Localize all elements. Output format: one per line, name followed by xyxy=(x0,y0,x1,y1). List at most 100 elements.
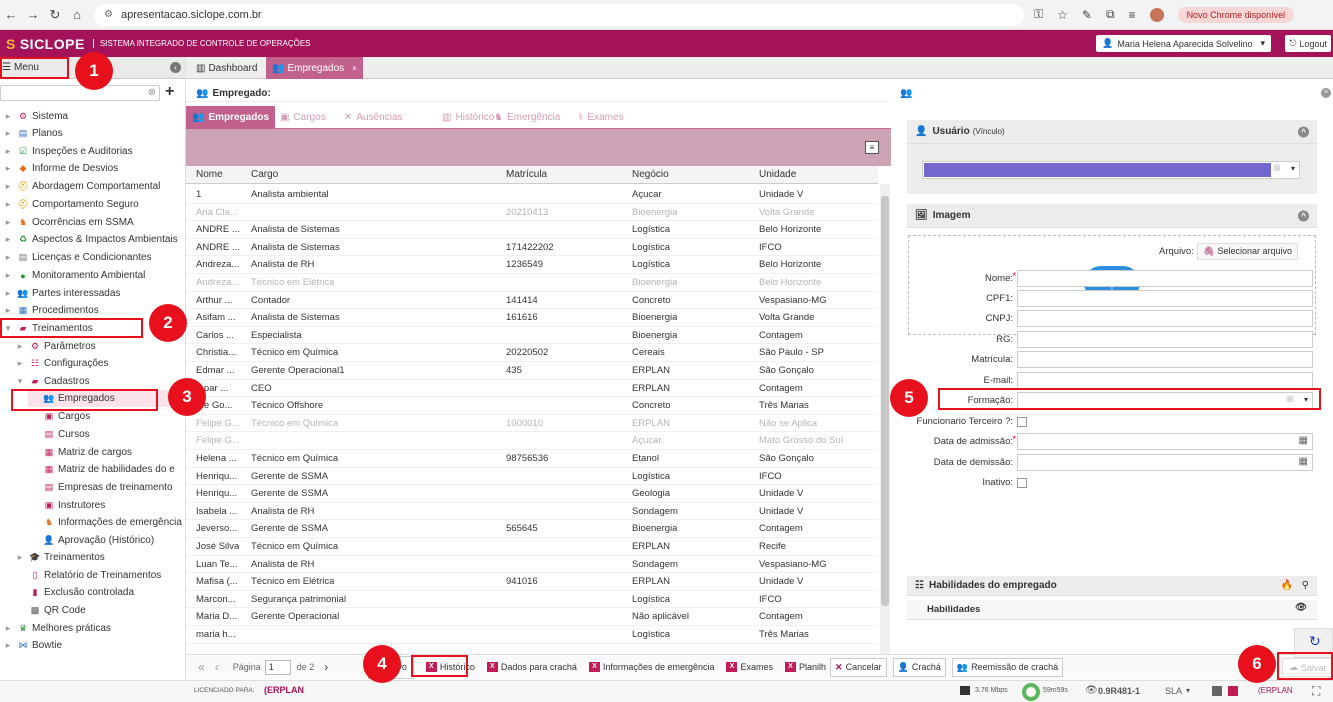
close-icon[interactable]: × xyxy=(352,64,357,73)
data-de-demiss-o-field[interactable]: ▦ xyxy=(1017,454,1313,471)
menu-search-input[interactable]: ⊗ xyxy=(0,85,160,101)
expand-arrow-icon[interactable]: ▸ xyxy=(2,288,14,299)
collapse-icon[interactable]: ^ xyxy=(1298,210,1309,221)
sidebar-item-planos[interactable]: ▸ ▤ Planos xyxy=(2,125,63,142)
expand-arrow-icon[interactable]: ▸ xyxy=(2,181,14,192)
nome-field[interactable] xyxy=(1017,270,1313,287)
collapse-sidebar-icon[interactable]: ‹ xyxy=(170,62,181,73)
sidebar-item-aprova-o-hist-rico-[interactable]: 👤 Aprovação (Histórico) xyxy=(28,532,154,549)
sidebar-item-configura-es[interactable]: ▸ ☷ Configurações xyxy=(14,355,109,372)
expand-arrow-icon[interactable]: ▸ xyxy=(2,270,14,281)
expand-arrow-icon[interactable]: ▸ xyxy=(14,358,26,369)
subtab-empregados[interactable]: 👥 Empregados xyxy=(186,106,276,129)
sidebar-item-informa-es-de-emerg-ncia[interactable]: ♞ Informações de emergência xyxy=(28,514,182,531)
table-row[interactable]: Maria D... Gerente Operacional Não aplicáv… xyxy=(186,608,878,626)
table-row[interactable]: Andreza... Técnico em Elétrica Bioenergia B… xyxy=(186,274,878,292)
column-header[interactable]: Matrícula xyxy=(506,169,547,180)
cracha-button[interactable]: 👤 Crachá xyxy=(892,657,946,677)
prev-page-icon[interactable]: ‹ xyxy=(215,660,219,674)
column-header[interactable]: Cargo xyxy=(251,169,278,180)
sidebar-item-informe-de-desvios[interactable]: ▸ ◆ Informe de Desvios xyxy=(2,160,118,177)
sidebar-item-relat-rio-de-treinamentos[interactable]: ▯ Relatório de Treinamentos xyxy=(14,567,162,584)
table-row[interactable]: ANDRE ... Analista de Sistemas Logística Be… xyxy=(186,221,878,239)
data-de-admiss-o-field[interactable]: ▦ xyxy=(1017,433,1313,450)
column-header[interactable]: Negócio xyxy=(632,169,669,180)
sidebar-item-par-metros[interactable]: ▸ ⚙ Parâmetros xyxy=(14,338,96,355)
table-row[interactable]: Henriqu... Gerente de SSMA Geologia Unidade… xyxy=(186,485,878,503)
star-icon[interactable]: ☆ xyxy=(1057,8,1068,22)
sidebar-item-qr-code[interactable]: ▩ QR Code xyxy=(14,602,86,619)
table-row[interactable]: Asifam ... Analista de Sistemas 161616 Bioe… xyxy=(186,309,878,327)
scroll-thumb[interactable] xyxy=(881,196,889,606)
table-row[interactable]: Andreza... Analista de RH 1236549 Logística… xyxy=(186,256,878,274)
table-row[interactable]: Ana Cla... 20210413 Bioenergia Volta Grande xyxy=(186,204,878,222)
expanded-arrow-icon[interactable]: ▾ xyxy=(14,376,26,387)
calendar-icon[interactable]: ▦ xyxy=(1299,456,1308,467)
sla-text[interactable]: SLA xyxy=(1165,686,1182,696)
expand-arrow-icon[interactable]: ▸ xyxy=(2,252,14,263)
dados-cracha-button[interactable]: X Dados para crachá xyxy=(486,662,577,672)
tab-dashboard[interactable]: ▥ Dashboard xyxy=(190,57,263,79)
expand-arrow-icon[interactable]: ▸ xyxy=(2,111,14,122)
sidebar-item-inspe-es-e-auditorias[interactable]: ▸ ☑ Inspeções e Auditorias xyxy=(2,143,133,160)
back-icon[interactable]: ← xyxy=(0,7,22,22)
sidebar-item-abordagem-comportamental[interactable]: ▸ ⛑ Abordagem Comportamental xyxy=(2,178,161,195)
expand-arrow-icon[interactable]: ▸ xyxy=(14,552,26,563)
sidebar-item-sistema[interactable]: ▸ ⚙ Sistema xyxy=(2,108,68,125)
key-icon[interactable]: ⚿ xyxy=(1034,7,1043,22)
reload-icon[interactable]: ↻ xyxy=(44,7,66,23)
sidebar-item-bowtie[interactable]: ▸ ⋈ Bowtie xyxy=(2,637,62,654)
profile-icon[interactable] xyxy=(1149,7,1164,22)
address-bar[interactable]: ⚙ apresentacao.siclope.com.br xyxy=(94,3,1024,26)
sidebar-item-cadastros[interactable]: ▾ ▰ Cadastros xyxy=(14,373,90,390)
next-page-icon[interactable]: › xyxy=(324,660,328,674)
expand-arrow-icon[interactable]: ▸ xyxy=(2,234,14,245)
clear-icon[interactable]: ⊗ xyxy=(148,87,156,98)
expand-arrow-icon[interactable]: ▸ xyxy=(14,341,26,352)
calculator-icon[interactable] xyxy=(1212,686,1222,696)
select-file-button[interactable]: 🖇 Selecionar arquivo xyxy=(1197,243,1298,260)
collapse-icon[interactable]: ^ xyxy=(1298,126,1309,137)
sidebar-item-ocorr-ncias-em-ssma[interactable]: ▸ ♞ Ocorrências em SSMA xyxy=(2,214,134,231)
funcionario-terceiro-checkbox[interactable] xyxy=(1017,417,1027,427)
table-row[interactable]: 1 Analista ambiental Açucar Unidade V xyxy=(186,186,878,204)
cancelar-button[interactable]: ✕ Cancelar xyxy=(830,657,887,677)
site-info-icon[interactable]: ⚙ xyxy=(104,9,113,20)
sidebar-item-instrutores[interactable]: ▣ Instrutores xyxy=(28,497,106,514)
table-row[interactable]: ...e Go... Técnico Offshore Concreto Três M… xyxy=(186,397,878,415)
expand-arrow-icon[interactable]: ▸ xyxy=(2,163,14,174)
add-icon[interactable]: + xyxy=(165,83,174,101)
sidebar-item-melhores-pr-ticas[interactable]: ▸ ♛ Melhores práticas xyxy=(2,620,111,637)
forward-icon[interactable]: → xyxy=(22,7,44,22)
table-row[interactable]: ANDRE ... Analista de Sistemas 171422202 Lo… xyxy=(186,239,878,257)
cpf1-field[interactable] xyxy=(1017,290,1313,307)
first-page-icon[interactable]: « xyxy=(198,660,205,674)
home-icon[interactable]: ⌂ xyxy=(66,7,88,22)
subtab-cargos[interactable]: ▣ Cargos xyxy=(274,106,332,129)
table-row[interactable]: Henriqu... Gerente de SSMA Logística IFCO xyxy=(186,468,878,486)
sidebar-item-matriz-de-habilidades-do-e[interactable]: ▦ Matriz de habilidades do e xyxy=(28,461,175,478)
table-row[interactable]: Luan Te... Analista de RH Sondagem Vespasia… xyxy=(186,556,878,574)
planilha-button[interactable]: X Planilh xyxy=(785,662,826,672)
sidebar-item-cursos[interactable]: ▤ Cursos xyxy=(28,426,90,443)
table-row[interactable]: Carlos ... Especialista Bioenergia Contagem xyxy=(186,327,878,345)
table-row[interactable]: José Silva Técnico em Química ERPLAN Recife xyxy=(186,538,878,556)
inativo-checkbox[interactable] xyxy=(1017,478,1027,488)
expand-arrow-icon[interactable]: ▸ xyxy=(2,128,14,139)
sidebar-item-exclus-o-controlada[interactable]: ▮ Exclusão controlada xyxy=(14,584,135,601)
sidebar-item-monitoramento-ambiental[interactable]: ▸ ● Monitoramento Ambiental xyxy=(2,267,146,284)
table-row[interactable]: Marcon... Segurança patrimonial Logística I… xyxy=(186,591,878,609)
sidebar-item-empresas-de-treinamento[interactable]: ▤ Empresas de treinamento xyxy=(28,479,173,496)
sidebar-item-licen-as-e-condicionantes[interactable]: ▸ ▤ Licenças e Condicionantes xyxy=(2,249,152,266)
table-row[interactable]: maria h... Logística Três Marias xyxy=(186,626,878,644)
eye-icon[interactable]: 👁 xyxy=(1295,602,1307,613)
e-mail-field[interactable] xyxy=(1017,372,1313,389)
sidebar-item-comportamento-seguro[interactable]: ▸ ⛑ Comportamento Seguro xyxy=(2,196,139,213)
table-scrollbar[interactable] xyxy=(880,184,890,654)
close-panel-icon[interactable]: × xyxy=(1321,88,1331,98)
table-row[interactable]: Edmar ... Gerente Operacional1 435 ERPLAN Sã… xyxy=(186,362,878,380)
table-row[interactable]: Helena ... Técnico em Química 98756536 Etan… xyxy=(186,450,878,468)
table-row[interactable]: Isabela ... Analista de RH Sondagem Unidade… xyxy=(186,503,878,521)
calendar-icon[interactable] xyxy=(1228,686,1238,696)
user-menu[interactable]: 👤 Maria Helena Aparecida Solvelino ▾ xyxy=(1096,35,1271,52)
